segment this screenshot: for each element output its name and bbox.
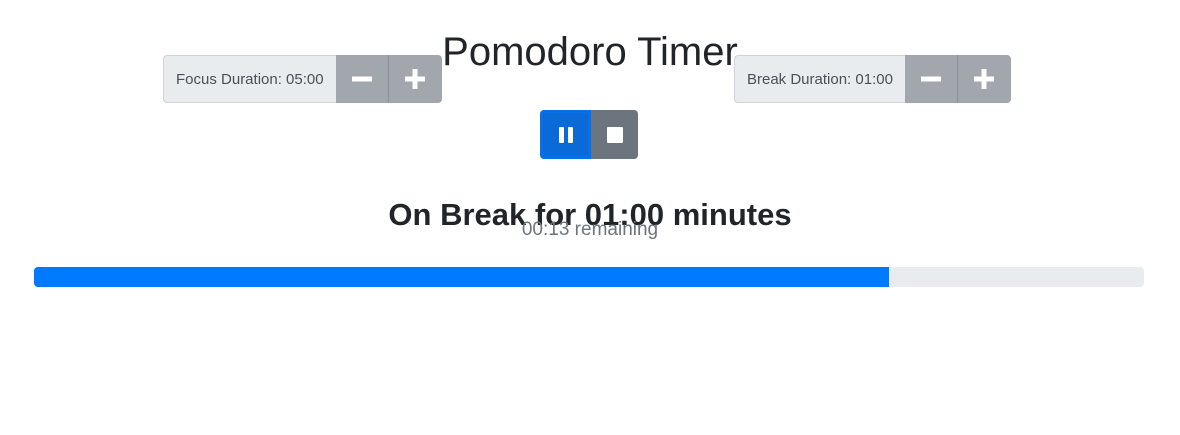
plus-icon <box>974 69 995 89</box>
break-decrease-button[interactable] <box>904 55 958 103</box>
focus-increase-button[interactable] <box>388 55 442 103</box>
break-duration-control: Break Duration: 01:00 <box>734 55 1011 103</box>
progress-track <box>34 267 1144 287</box>
focus-duration-control: Focus Duration: 05:00 <box>163 55 442 103</box>
timer-controls <box>540 110 638 159</box>
minus-icon <box>920 76 941 82</box>
focus-duration-label: Focus Duration: 05:00 <box>163 55 336 103</box>
progress-bar <box>34 267 889 287</box>
stop-icon <box>606 126 623 143</box>
break-increase-button[interactable] <box>957 55 1011 103</box>
minus-icon <box>351 76 372 82</box>
break-duration-label: Break Duration: 01:00 <box>734 55 905 103</box>
plus-icon <box>405 69 426 89</box>
pause-icon <box>558 126 573 143</box>
focus-decrease-button[interactable] <box>335 55 389 103</box>
remaining-time: 00:13 remaining <box>521 219 659 240</box>
stop-button[interactable] <box>591 110 638 159</box>
pause-button[interactable] <box>540 110 591 159</box>
